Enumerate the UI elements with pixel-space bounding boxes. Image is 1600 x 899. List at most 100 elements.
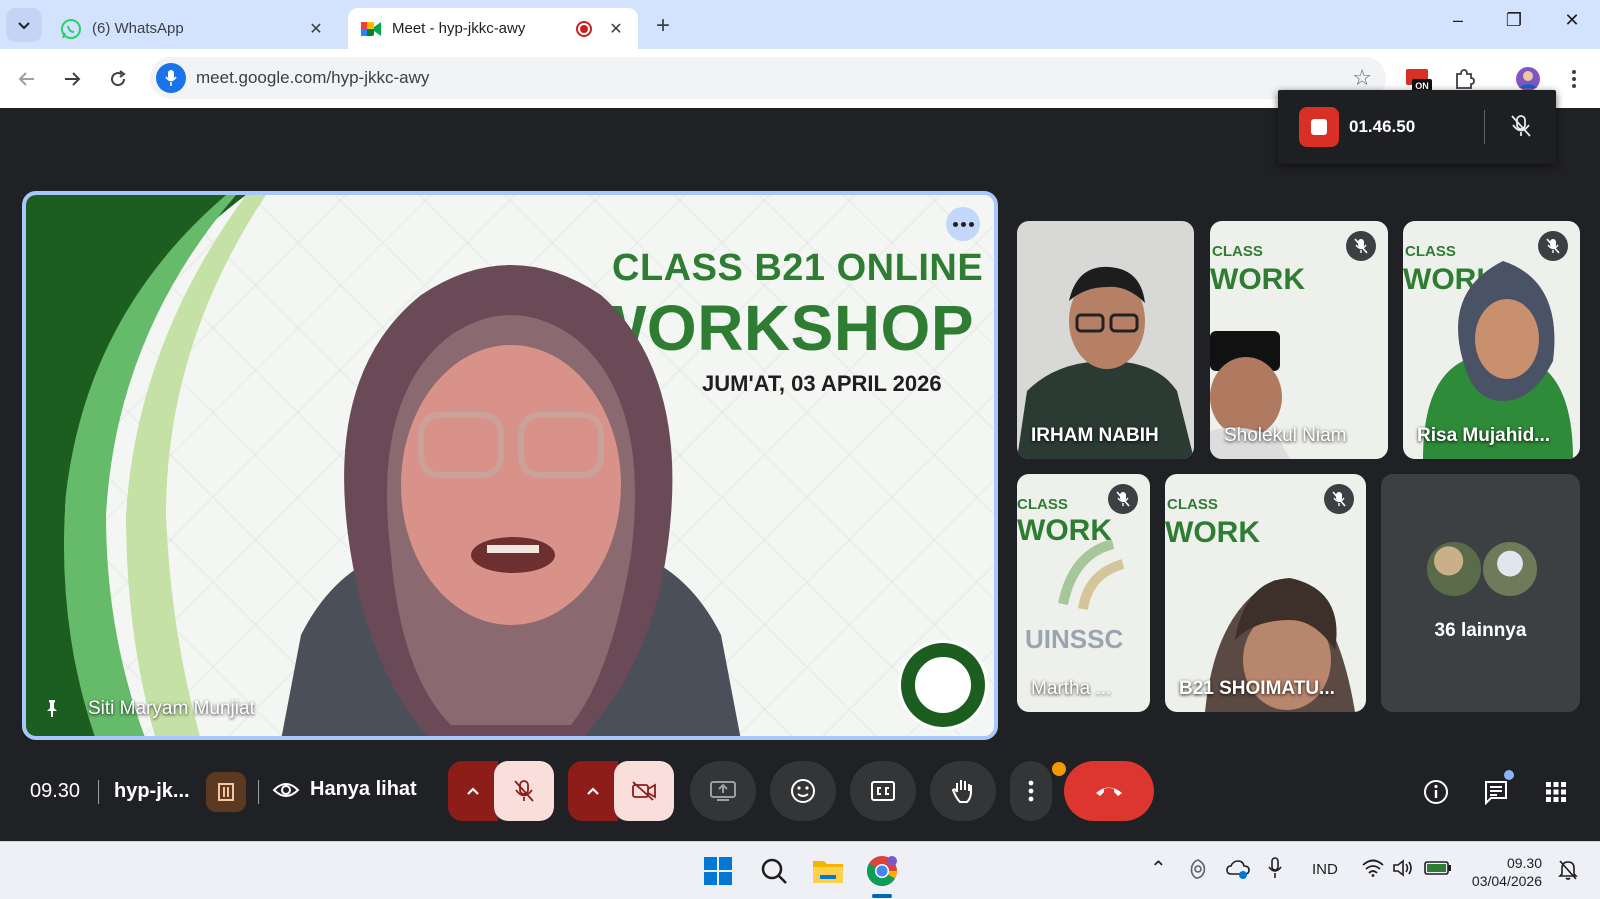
windows-start-icon[interactable] (700, 853, 736, 889)
participant-name: Martha ... (1031, 678, 1112, 699)
mic-toggle-button[interactable] (494, 761, 554, 821)
url-text[interactable]: meet.google.com/hyp-jkkc-awy (196, 68, 429, 88)
onedrive-tray-icon[interactable] (1226, 858, 1250, 880)
participant-name: Sholekul Niam (1224, 425, 1347, 446)
mic-options-button[interactable] (448, 761, 498, 821)
mic-off-icon (1538, 231, 1568, 261)
closed-captions-icon (871, 781, 895, 801)
notification-dot (1052, 762, 1066, 776)
reload-button[interactable] (103, 64, 133, 94)
view-only-indicator: Hanya lihat (272, 778, 417, 801)
participant-tile[interactable]: CLASS WORK Risa Mujahid... (1403, 221, 1580, 459)
forward-button[interactable] (57, 64, 87, 94)
tab-title: (6) WhatsApp (92, 20, 184, 37)
emoji-icon (791, 779, 815, 803)
bookmark-star-icon[interactable]: ☆ (1352, 65, 1372, 91)
reload-icon (111, 70, 126, 87)
more-options-button[interactable] (1010, 761, 1052, 821)
chrome-icon[interactable] (864, 853, 900, 889)
divider (1484, 110, 1485, 144)
chevron-down-icon (18, 22, 30, 30)
camera-toggle-button[interactable] (614, 761, 674, 821)
host-controls-icon[interactable] (206, 772, 246, 812)
others-tile[interactable]: 36 lainnya (1381, 474, 1580, 712)
microphone-icon[interactable] (156, 63, 186, 93)
windows-taskbar: ⌃ IND 09.30 03/04/2026 (0, 841, 1600, 899)
extensions-puzzle-icon[interactable] (1450, 65, 1478, 93)
background-text: UINSSC (1025, 624, 1124, 654)
wifi-icon[interactable] (1362, 859, 1384, 877)
battery-icon[interactable] (1424, 860, 1452, 876)
green-wave-decoration (26, 195, 266, 736)
participant-tile[interactable]: CLASS WORK Sholekul Niam (1210, 221, 1388, 459)
back-button[interactable] (12, 64, 42, 94)
recording-indicator-icon (576, 20, 592, 37)
tab-meet[interactable]: Meet - hyp-jkkc-awy ✕ (348, 8, 638, 49)
main-speaker-tile[interactable]: CLASS B21 ONLINE WORKSHOP JUM'AT, 03 APR… (22, 191, 998, 740)
avatar (1425, 540, 1483, 598)
eye-icon (272, 782, 300, 797)
arrow-left-icon (18, 72, 34, 86)
mic-off-icon[interactable] (1510, 114, 1532, 138)
microphone-tray-icon[interactable] (1268, 857, 1282, 879)
uin-ssc-logo (1058, 539, 1125, 610)
meeting-info-button[interactable] (1419, 775, 1453, 809)
google-meet-icon (360, 18, 382, 40)
speaker-name-label: Siti Maryam Munjiat (88, 698, 255, 719)
restore-button[interactable]: ❐ (1494, 10, 1534, 31)
browser-tab-bar: (6) WhatsApp ✕ Meet - hyp-jkkc-awy ✕ + –… (0, 0, 1600, 49)
present-screen-button[interactable] (690, 761, 756, 821)
mic-off-icon (514, 780, 534, 802)
participant-name: IRHAM NABIH (1031, 425, 1159, 446)
leave-call-button[interactable] (1064, 761, 1154, 821)
close-icon[interactable]: ✕ (306, 19, 326, 39)
view-only-label: Hanya lihat (310, 778, 417, 800)
participant-tile[interactable]: IRHAM NABIH (1017, 221, 1194, 459)
close-icon[interactable]: ✕ (606, 19, 626, 39)
input-language-indicator[interactable]: IND (1312, 861, 1338, 878)
tile-more-options-button[interactable] (946, 207, 980, 241)
address-bar[interactable]: meet.google.com/hyp-jkkc-awy ☆ (150, 57, 1386, 99)
recording-timer: 01.46.50 (1349, 117, 1416, 136)
clock-time: 09.30 (1506, 855, 1542, 871)
participant-tile[interactable]: CLASS WORK B21 SHOIMATU... (1165, 474, 1366, 712)
meeting-code[interactable]: hyp-jk... (114, 780, 190, 803)
recording-panel: 01.46.50 (1278, 90, 1556, 164)
meeting-time: 09.30 (30, 780, 81, 802)
raise-hand-button[interactable] (930, 761, 996, 821)
active-app-indicator (872, 894, 892, 898)
tab-whatsapp[interactable]: (6) WhatsApp ✕ (48, 8, 338, 49)
profile-avatar[interactable] (1514, 65, 1542, 93)
file-explorer-icon[interactable] (810, 853, 846, 889)
search-icon[interactable] (756, 853, 792, 889)
copilot-tray-icon[interactable] (1188, 858, 1208, 880)
background-text: WORK (1165, 516, 1260, 549)
speaker-video (281, 265, 741, 736)
reactions-button[interactable] (770, 761, 836, 821)
camera-options-button[interactable] (568, 761, 618, 821)
notifications-bell-icon[interactable] (1558, 859, 1578, 881)
participant-tile[interactable]: CLASS WORK UINSSC Martha ... (1017, 474, 1150, 712)
forma-b21-seal-logo (898, 640, 988, 730)
others-count-label: 36 lainnya (1434, 620, 1527, 641)
divider (98, 780, 99, 804)
stop-recording-button[interactable] (1299, 107, 1339, 147)
activities-button[interactable] (1539, 775, 1573, 809)
screen-recorder-extension-icon[interactable]: ON (1404, 65, 1432, 93)
mic-off-icon (1108, 484, 1138, 514)
minimize-button[interactable]: – (1438, 10, 1478, 31)
captions-button[interactable] (850, 761, 916, 821)
pin-icon[interactable] (42, 698, 62, 718)
volume-icon[interactable] (1392, 859, 1414, 877)
show-hidden-icons-chevron[interactable]: ⌃ (1150, 856, 1167, 881)
more-vertical-icon[interactable] (1560, 65, 1588, 93)
tab-search-button[interactable] (6, 8, 42, 42)
background-text: WORK (1210, 263, 1305, 296)
system-clock[interactable]: 09.30 03/04/2026 (1472, 854, 1542, 890)
background-text: CLASS (1017, 496, 1068, 513)
chat-button[interactable] (1479, 775, 1513, 809)
camera-off-icon (632, 781, 656, 801)
more-vertical-icon (1028, 780, 1034, 802)
new-tab-button[interactable]: + (650, 12, 676, 40)
window-close-button[interactable]: ✕ (1552, 10, 1592, 31)
